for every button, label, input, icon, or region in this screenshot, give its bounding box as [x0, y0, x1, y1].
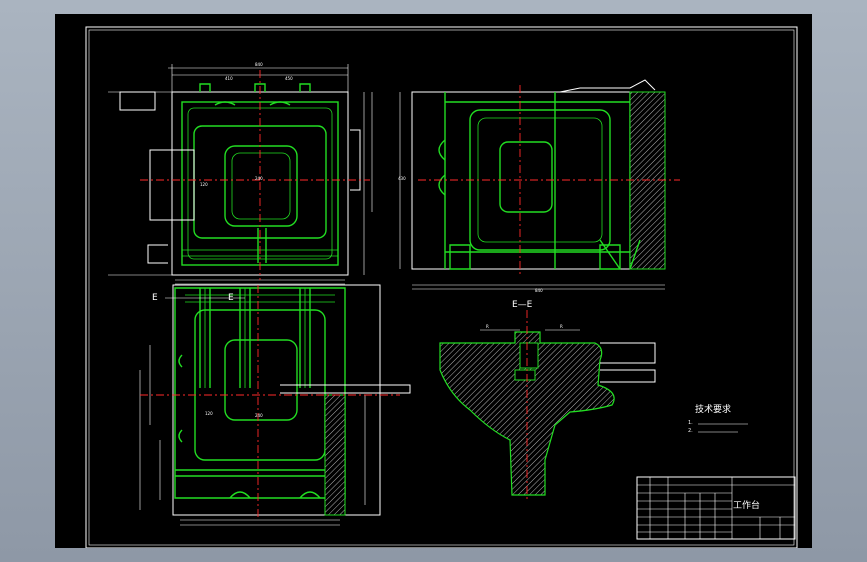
svg-text:450: 450	[285, 76, 293, 81]
svg-text:120: 120	[200, 182, 208, 187]
tech-note-2: 2.	[688, 428, 693, 434]
tech-notes: 技术要求 1. 2.	[688, 403, 748, 434]
section-label: E—E	[512, 300, 533, 310]
svg-text:240: 240	[255, 176, 263, 181]
svg-text:430: 430	[398, 176, 406, 181]
svg-text:120: 120	[205, 411, 213, 416]
top-left-view[interactable]: 840 410 450 240 120	[108, 62, 373, 285]
svg-text:840: 840	[255, 62, 263, 67]
svg-text:240: 240	[255, 413, 263, 418]
svg-text:840: 840	[535, 288, 543, 293]
svg-text:410: 410	[225, 76, 233, 81]
top-right-view[interactable]: 840 430	[398, 79, 680, 293]
svg-text:R: R	[486, 324, 489, 329]
section-ee-view[interactable]: E—E R R	[439, 300, 656, 500]
part-name: 工作台	[733, 499, 760, 511]
svg-text:R: R	[560, 324, 563, 329]
tech-note-1: 1.	[688, 420, 693, 426]
section-marker-right: E	[228, 293, 234, 303]
bottom-left-view[interactable]: E E 240 120	[139, 284, 411, 526]
drawing-canvas: 840 410 450 240 120 840 430 E E 240 120 …	[85, 26, 798, 549]
title-block[interactable]: 工作台	[636, 476, 796, 540]
section-marker-left: E	[152, 293, 158, 303]
tech-title: 技术要求	[695, 403, 731, 415]
cad-drawing-viewport[interactable]: 840 410 450 240 120 840 430 E E 240 120 …	[55, 14, 812, 549]
